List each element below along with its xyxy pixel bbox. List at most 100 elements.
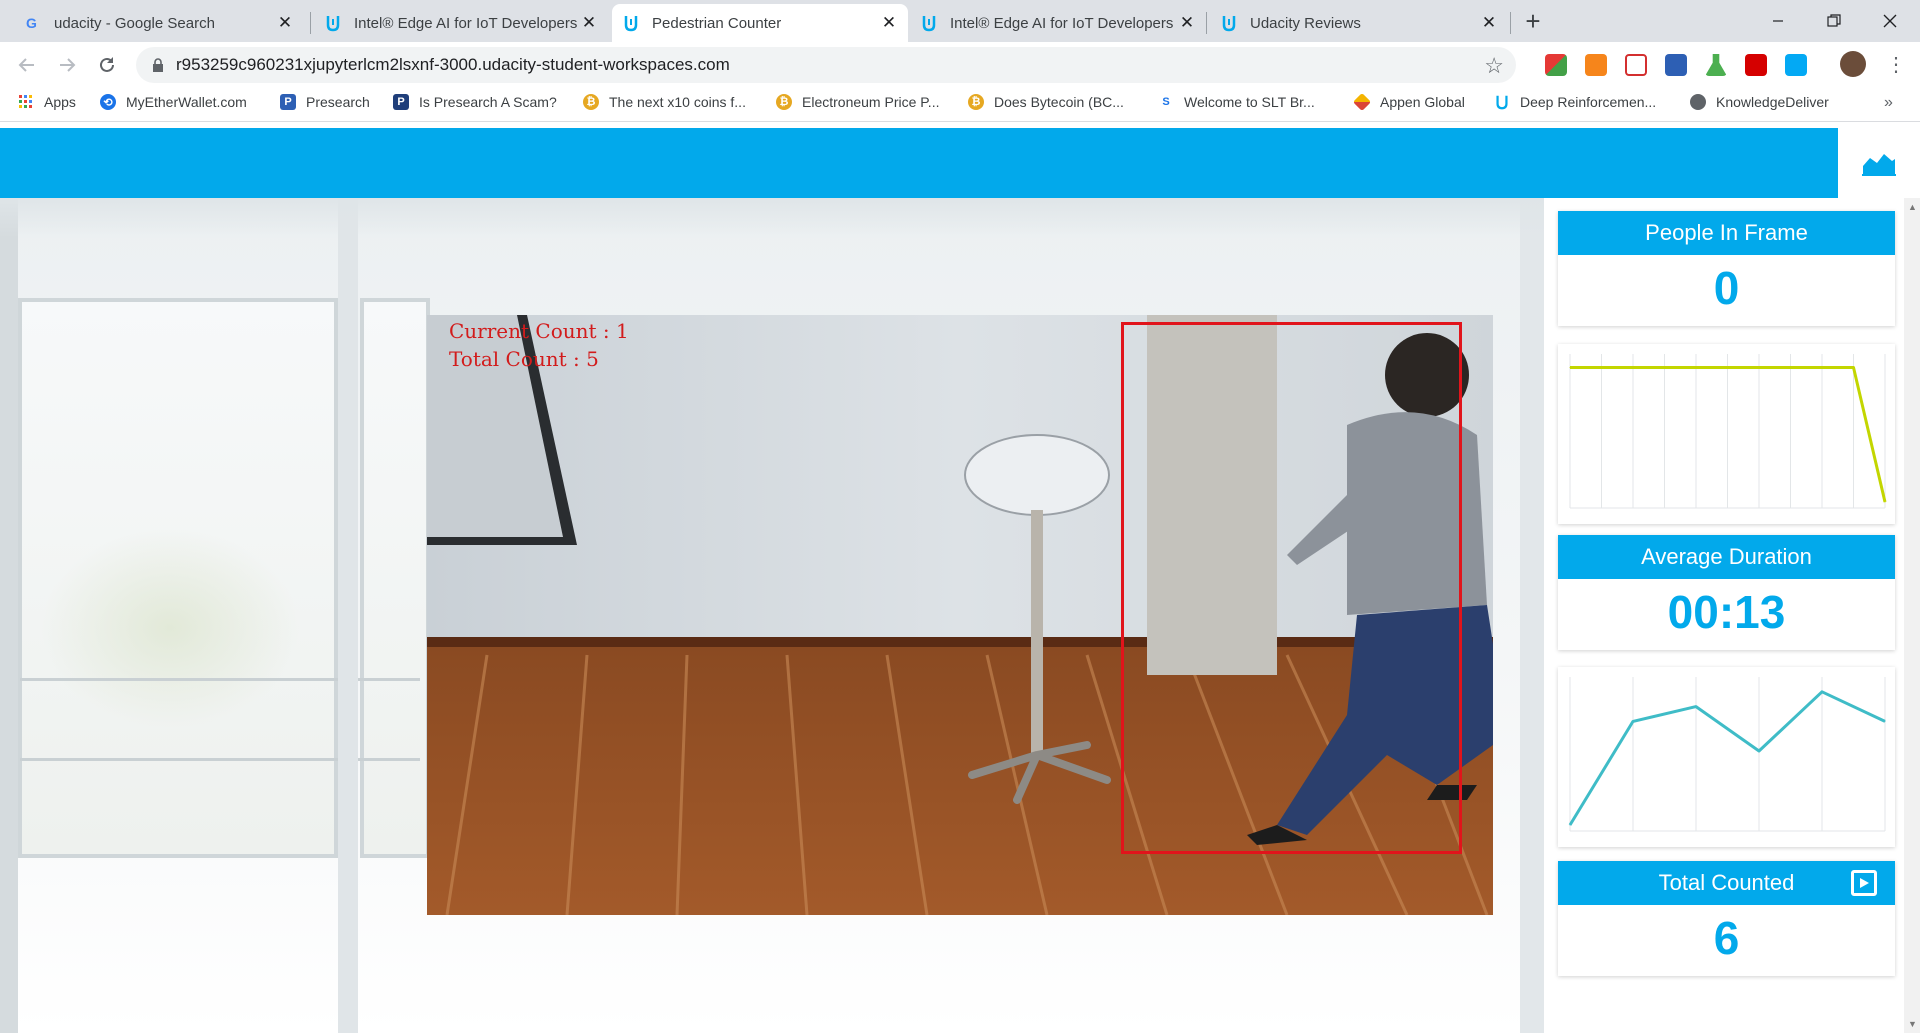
bookmark-appen-global[interactable]: Appen Global	[1352, 92, 1465, 112]
tab-google-search[interactable]: G udacity - Google Search ✕	[14, 4, 304, 42]
reload-icon[interactable]	[92, 50, 122, 80]
slt-icon: S	[1162, 96, 1170, 108]
tab-title: Udacity Reviews	[1250, 14, 1361, 32]
pillar	[1520, 198, 1544, 1033]
udacity-icon	[622, 14, 640, 32]
people-in-frame-chart-card	[1558, 344, 1895, 524]
play-video-icon[interactable]	[1851, 870, 1877, 896]
coin-icon: ₿	[583, 94, 599, 110]
url-text: r953259c960231xjupyterlcm2lsxnf-3000.uda…	[176, 55, 730, 74]
presearch-icon: P	[393, 94, 409, 110]
close-tab-icon[interactable]: ✕	[1480, 13, 1498, 32]
flask-icon[interactable]	[1705, 54, 1727, 76]
more-bookmarks-icon[interactable]: »	[1884, 94, 1893, 112]
restore-icon[interactable]	[1804, 0, 1864, 42]
bookmark-label: Does Bytecoin (BC...	[994, 94, 1124, 110]
bookmark-label: KnowledgeDeliver	[1716, 94, 1829, 110]
bookmark-label: MyEtherWallet.com	[126, 94, 247, 110]
back-arrow-icon[interactable]	[12, 50, 42, 80]
bookmark-label: Electroneum Price P...	[802, 94, 940, 110]
extension-icon[interactable]	[1545, 54, 1567, 76]
tab-separator	[310, 12, 311, 34]
duration-chart-card	[1558, 667, 1895, 847]
railing	[20, 758, 420, 761]
window-pane	[360, 298, 430, 858]
area-chart-icon	[1862, 154, 1896, 176]
bookmark-next-x10-coins[interactable]: ₿ The next x10 coins f...	[583, 94, 746, 110]
chart-point	[1695, 366, 1697, 368]
coin-icon: ₿	[968, 94, 984, 110]
chart-point	[1884, 720, 1886, 722]
presearch-icon[interactable]	[1665, 54, 1687, 76]
duration-chart	[1568, 677, 1886, 832]
bookmark-knowledgedeliver[interactable]: KnowledgeDeliver	[1690, 94, 1829, 110]
address-bar[interactable]: r953259c960231xjupyterlcm2lsxnf-3000.uda…	[136, 47, 1516, 83]
pillar	[338, 198, 358, 1033]
close-tab-icon[interactable]: ✕	[276, 13, 294, 32]
extension-icon[interactable]	[1745, 54, 1767, 76]
scroll-up-arrow[interactable]: ▲	[1908, 202, 1917, 212]
scroll-down-arrow[interactable]: ▼	[1908, 1019, 1917, 1029]
bookmark-label: Deep Reinforcemen...	[1520, 94, 1657, 110]
close-tab-icon[interactable]: ✕	[1178, 13, 1196, 32]
chart-toggle-button[interactable]	[1838, 128, 1920, 198]
pedestrian-counter-app: Current Count : 1 Total Count : 5 ▲ ▼ Pe…	[0, 122, 1920, 1033]
google-icon: G	[24, 14, 42, 32]
total-counted-label: Total Counted	[1658, 870, 1795, 895]
tab-title: Intel® Edge AI for IoT Developers	[950, 14, 1174, 32]
tab-title: udacity - Google Search	[54, 14, 215, 32]
people-in-frame-label: People In Frame	[1558, 211, 1895, 255]
chart-point	[1758, 366, 1760, 368]
bookmark-does-bytecoin[interactable]: ₿ Does Bytecoin (BC...	[968, 94, 1124, 110]
people-in-frame-value: 0	[1713, 262, 1740, 314]
coin-icon: ₿	[776, 94, 792, 110]
metamask-icon[interactable]	[1585, 54, 1607, 76]
bookmark-star-icon[interactable]: ☆	[1484, 53, 1504, 79]
tab-pedestrian-counter[interactable]: Pedestrian Counter ✕	[612, 4, 908, 42]
chart-point	[1664, 366, 1665, 368]
udacity-icon	[324, 14, 342, 32]
current-count-overlay: Current Count : 1	[449, 319, 629, 343]
tab-title: Intel® Edge AI for IoT Developers	[354, 14, 578, 32]
bookmark-deep-reinforcement[interactable]: Deep Reinforcemen...	[1494, 94, 1656, 110]
new-tab-button[interactable]: +	[1518, 6, 1548, 36]
extension-icon[interactable]	[1785, 54, 1807, 76]
video-feed: Current Count : 1 Total Count : 5	[427, 315, 1493, 915]
chart-point	[1853, 366, 1854, 368]
bookmark-welcome-to-slt[interactable]: S Welcome to SLT Br...	[1158, 94, 1315, 110]
bookmark-label: Apps	[44, 94, 76, 110]
menu-icon[interactable]: ⋮	[1886, 52, 1906, 77]
tab-udacity-reviews[interactable]: Udacity Reviews ✕	[1210, 4, 1508, 42]
tab-separator	[1206, 12, 1207, 34]
close-tab-icon[interactable]: ✕	[580, 13, 598, 32]
page-scrollbar[interactable]: ▲ ▼	[1904, 198, 1920, 1033]
total-counted-card: Total Counted 6	[1558, 861, 1895, 976]
bookmark-apps[interactable]: Apps	[18, 94, 76, 110]
chart-point	[1569, 366, 1571, 368]
bookmark-myetherwallet[interactable]: ⟲ MyEtherWallet.com	[100, 94, 247, 110]
avatar[interactable]	[1840, 51, 1866, 77]
appen-icon	[1352, 92, 1372, 112]
tab-separator	[1510, 12, 1511, 34]
total-counted-header: Total Counted	[1558, 861, 1895, 905]
bookmarks-bar: Apps ⟲ MyEtherWallet.com P Presearch P I…	[0, 88, 1920, 122]
extension-icon[interactable]	[1625, 54, 1647, 76]
bookmark-label: Is Presearch A Scam?	[419, 94, 557, 110]
udacity-icon	[920, 14, 938, 32]
minimize-icon[interactable]	[1748, 0, 1808, 42]
tab-intel-edge-ai-2[interactable]: Intel® Edge AI for IoT Developers ✕	[910, 4, 1206, 42]
tab-intel-edge-ai-1[interactable]: Intel® Edge AI for IoT Developers ✕	[314, 4, 608, 42]
chart-point	[1695, 706, 1697, 708]
browser-toolbar: r953259c960231xjupyterlcm2lsxnf-3000.uda…	[0, 42, 1920, 88]
average-duration-card: Average Duration 00:13	[1558, 535, 1895, 650]
bookmark-presearch[interactable]: P Presearch	[280, 94, 370, 110]
forward-arrow-icon[interactable]	[52, 50, 82, 80]
bookmark-is-presearch-a-scam[interactable]: P Is Presearch A Scam?	[393, 94, 557, 110]
bookmark-electroneum-price[interactable]: ₿ Electroneum Price P...	[776, 94, 939, 110]
close-tab-icon[interactable]: ✕	[880, 13, 898, 32]
chart-point	[1821, 366, 1823, 368]
chart-point	[1569, 824, 1571, 826]
close-window-icon[interactable]	[1860, 0, 1920, 42]
background-tree	[40, 528, 300, 728]
bookmark-label: Welcome to SLT Br...	[1184, 94, 1315, 110]
